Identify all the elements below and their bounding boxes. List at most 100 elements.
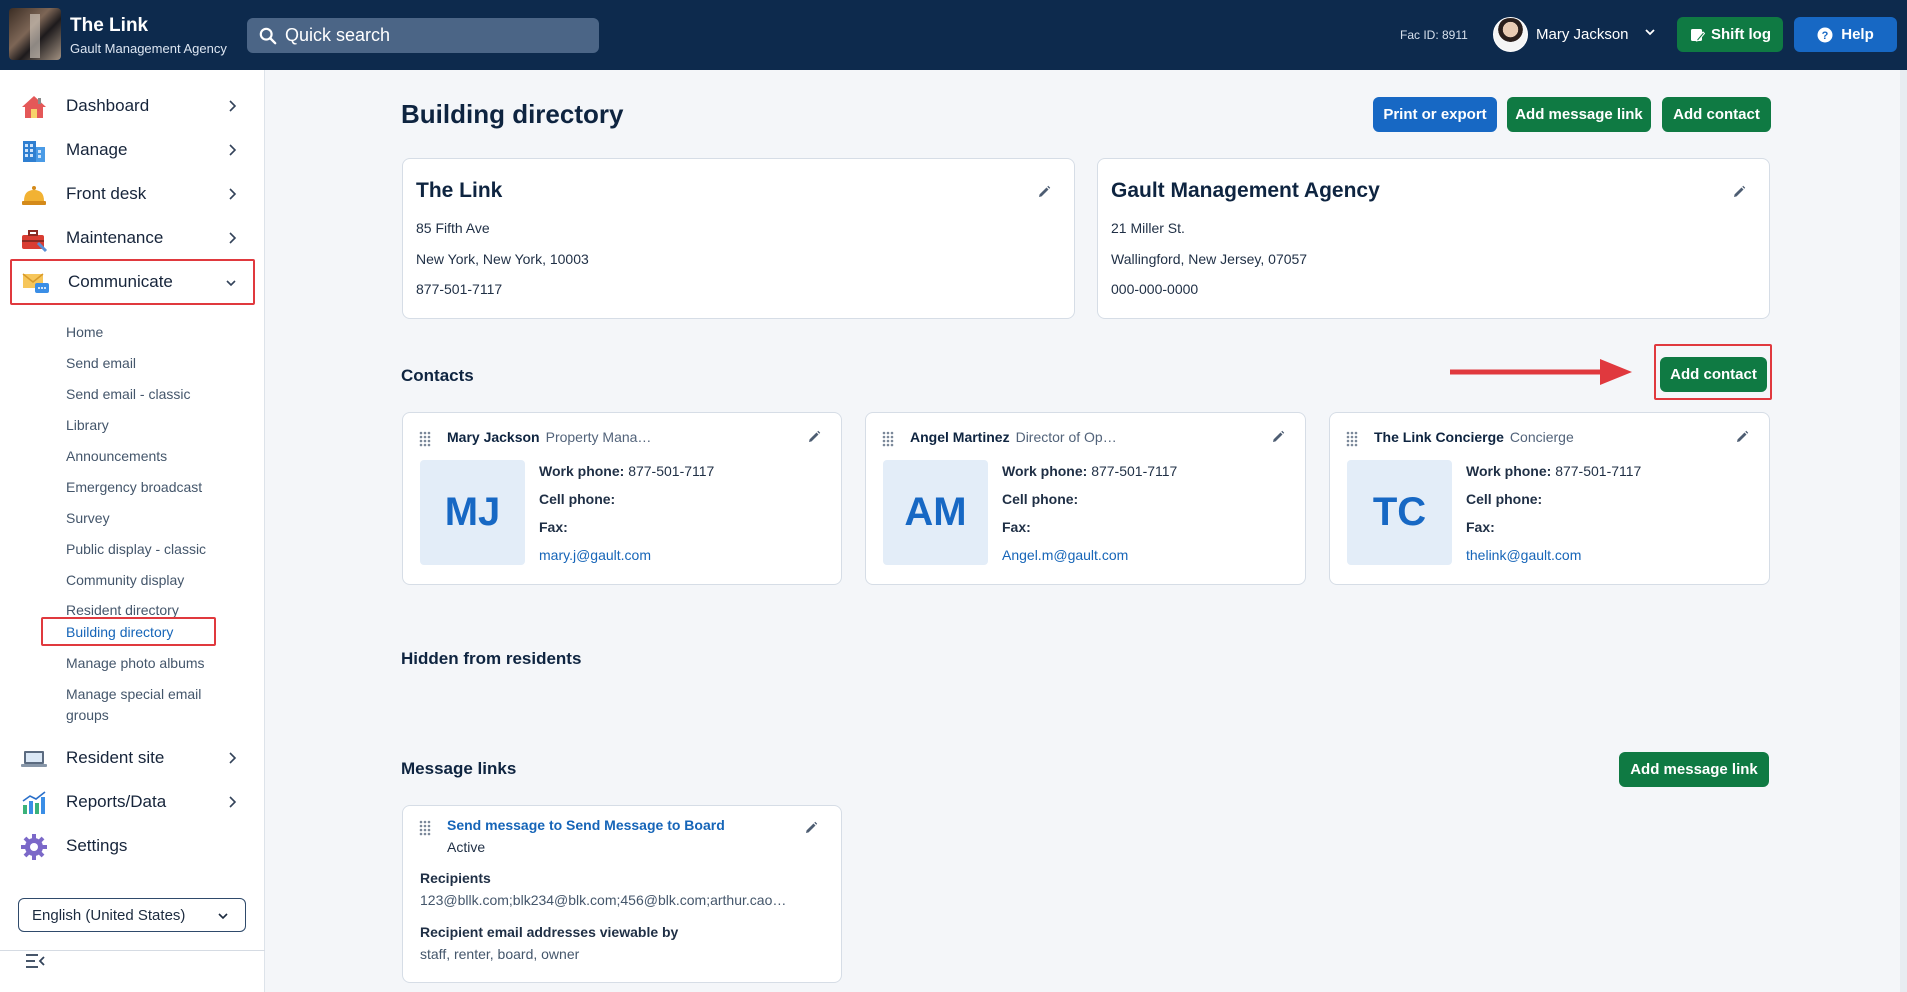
sidebar-subitem-survey[interactable]: Survey xyxy=(66,510,110,526)
sidebar-subitem-send-email[interactable]: Send email xyxy=(66,355,136,371)
sidebar-subitem-emergency-broadcast[interactable]: Emergency broadcast xyxy=(66,479,202,495)
building-name: The Link xyxy=(416,179,503,202)
management-address-line2: Wallingford, New Jersey, 07057 xyxy=(1111,251,1308,267)
contacts-add-contact-button[interactable]: Add contact xyxy=(1660,357,1767,392)
property-logo[interactable] xyxy=(9,8,61,60)
sidebar-subitem-home[interactable]: Home xyxy=(66,324,103,340)
contact-email-link[interactable]: mary.j@gault.com xyxy=(539,547,651,563)
cell-phone-label: Cell phone: xyxy=(1002,491,1079,507)
envelope-chat-icon xyxy=(22,273,49,293)
sidebar-item-front-desk[interactable]: Front desk xyxy=(12,174,254,214)
avatar[interactable] xyxy=(1493,17,1528,52)
toolbox-icon xyxy=(22,230,48,253)
building-address-line2: New York, New York, 10003 xyxy=(416,251,589,267)
pencil-icon[interactable] xyxy=(1731,184,1747,200)
user-name[interactable]: Mary Jackson xyxy=(1536,26,1629,43)
drag-handle-icon[interactable] xyxy=(1346,431,1358,447)
top-bar: The Link Gault Management Agency Fac ID:… xyxy=(0,0,1907,70)
message-link-status: Active xyxy=(447,839,486,855)
sidebar-subitem-announcements[interactable]: Announcements xyxy=(66,448,167,464)
add-message-link-button[interactable]: Add message link xyxy=(1507,97,1651,132)
chevron-right-icon xyxy=(229,188,237,200)
chevron-right-icon xyxy=(229,752,237,764)
drag-handle-icon[interactable] xyxy=(419,820,431,836)
facility-id: Fac ID: 8911 xyxy=(1400,28,1468,42)
chart-icon xyxy=(22,791,46,814)
shift-log-button[interactable]: Shift log xyxy=(1677,17,1783,52)
contact-card[interactable]: The Link Concierge Concierge TC Work phon… xyxy=(1329,412,1770,585)
sidebar-item-dashboard[interactable]: Dashboard xyxy=(12,86,254,126)
chevron-right-icon xyxy=(229,100,237,112)
message-link-title[interactable]: Send message to Send Message to Board xyxy=(447,817,725,833)
language-value: English (United States) xyxy=(32,906,186,924)
contact-name: The Link Concierge xyxy=(1374,429,1504,445)
sidebar-subitem-library[interactable]: Library xyxy=(66,417,109,433)
work-phone-value: 877-501-7117 xyxy=(1091,463,1178,479)
sidebar-item-reports-data[interactable]: Reports/Data xyxy=(12,782,254,822)
search-input[interactable] xyxy=(285,25,585,46)
sidebar-subitem-send-email-classic[interactable]: Send email - classic xyxy=(66,386,191,402)
chevron-down-icon xyxy=(218,913,228,920)
building-icon xyxy=(23,141,45,162)
drag-handle-icon[interactable] xyxy=(882,431,894,447)
drag-handle-icon[interactable] xyxy=(419,431,431,447)
pencil-icon[interactable] xyxy=(1734,429,1750,445)
house-icon xyxy=(22,96,46,118)
contact-initials-avatar: AM xyxy=(883,460,988,565)
sidebar-item-resident-site[interactable]: Resident site xyxy=(12,738,254,778)
sidebar-item-communicate[interactable]: Communicate xyxy=(10,259,255,305)
management-address-line1: 21 Miller St. xyxy=(1111,220,1185,236)
work-phone-label: Work phone: xyxy=(1002,463,1088,479)
contact-email-link[interactable]: Angel.m@gault.com xyxy=(1002,547,1128,563)
sidebar-subitem-public-display-classic[interactable]: Public display - classic xyxy=(66,541,206,557)
contact-card[interactable]: Angel Martinez Director of Op… AM Work ph… xyxy=(865,412,1306,585)
building-card: The Link 85 Fifth Ave New York, New York… xyxy=(402,158,1075,319)
sidebar-subitem-manage-photo-albums[interactable]: Manage photo albums xyxy=(66,655,205,671)
language-select[interactable]: English (United States) xyxy=(18,898,246,932)
sidebar-item-label: Communicate xyxy=(68,272,173,291)
add-contact-button[interactable]: Add contact xyxy=(1662,97,1771,132)
quick-search[interactable] xyxy=(247,18,599,53)
sidebar-subitem-community-display[interactable]: Community display xyxy=(66,572,184,588)
print-export-button[interactable]: Print or export xyxy=(1373,97,1497,132)
management-phone: 000-000-0000 xyxy=(1111,281,1199,297)
fax-label: Fax: xyxy=(539,519,568,535)
message-links-add-button[interactable]: Add message link xyxy=(1619,752,1769,787)
help-button[interactable]: ? Help xyxy=(1794,17,1897,52)
contact-card[interactable]: Mary Jackson Property Mana… MJ Work phone… xyxy=(402,412,842,585)
contact-role: Concierge xyxy=(1509,429,1574,445)
recipients-label: Recipients xyxy=(420,870,491,886)
pencil-icon[interactable] xyxy=(1270,429,1286,445)
sidebar-subitem-building-directory[interactable]: Building directory xyxy=(66,624,173,640)
red-arrow-annotation xyxy=(1450,359,1632,385)
sidebar-subitem-resident-directory[interactable]: Resident directory xyxy=(66,602,179,618)
collapse-menu-icon[interactable] xyxy=(24,952,46,970)
contact-email-link[interactable]: thelink@gault.com xyxy=(1466,547,1581,563)
work-phone-value: 877-501-7117 xyxy=(628,463,715,479)
sidebar-subitem-manage-special-email[interactable]: Manage special email xyxy=(66,686,201,702)
hidden-section-title: Hidden from residents xyxy=(401,649,582,668)
app-subtitle: Gault Management Agency xyxy=(70,41,227,56)
cell-phone-label: Cell phone: xyxy=(1466,491,1543,507)
sidebar-item-maintenance[interactable]: Maintenance xyxy=(12,218,254,258)
sidebar-item-label: Reports/Data xyxy=(66,792,167,811)
pencil-icon[interactable] xyxy=(1036,184,1052,200)
search-icon xyxy=(259,27,277,44)
pencil-icon[interactable] xyxy=(803,820,819,836)
sidebar-item-manage[interactable]: Manage xyxy=(12,130,254,170)
sidebar-item-settings[interactable]: Settings xyxy=(12,826,254,866)
contact-initials-avatar: TC xyxy=(1347,460,1452,565)
page-scrollbar[interactable] xyxy=(1900,70,1907,992)
sidebar-subitem-groups[interactable]: groups xyxy=(66,707,109,723)
help-label: Help xyxy=(1841,26,1874,43)
viewable-by-value: staff, renter, board, owner xyxy=(420,946,580,962)
work-phone-label: Work phone: xyxy=(539,463,625,479)
contact-name: Mary Jackson xyxy=(447,429,540,445)
message-link-card[interactable]: Send message to Send Message to Board Ac… xyxy=(402,805,842,983)
pencil-icon[interactable] xyxy=(806,429,822,445)
sidebar-item-label: Front desk xyxy=(66,184,147,203)
chevron-right-icon xyxy=(229,796,237,808)
sidebar: Dashboard Manage Front desk Maintenance … xyxy=(0,70,265,992)
chevron-down-icon[interactable] xyxy=(1643,25,1657,39)
work-phone-label: Work phone: xyxy=(1466,463,1552,479)
